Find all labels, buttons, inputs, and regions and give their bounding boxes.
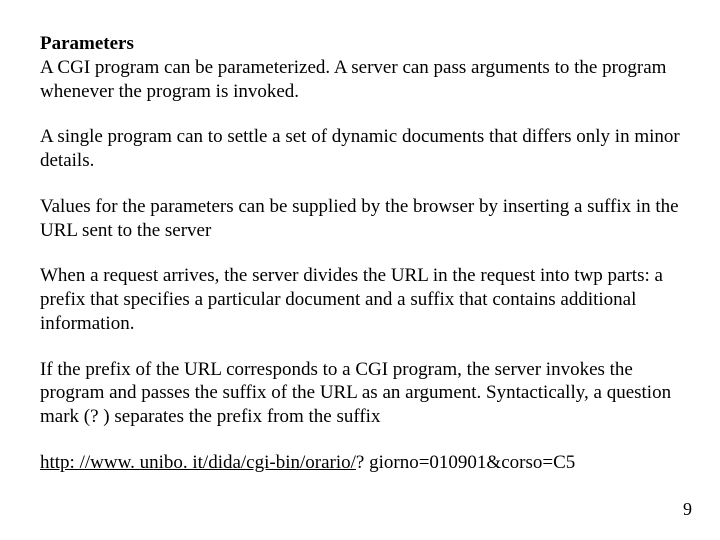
intro-block: Parameters A CGI program can be paramete… — [40, 32, 680, 103]
example-url: http: //www. unibo. it/dida/cgi-bin/orar… — [40, 451, 680, 475]
paragraph-3: Values for the parameters can be supplie… — [40, 195, 680, 243]
section-heading: Parameters — [40, 32, 680, 56]
paragraph-1: A CGI program can be parameterized. A se… — [40, 56, 680, 104]
paragraph-5: If the prefix of the URL corresponds to … — [40, 358, 680, 429]
url-link-part[interactable]: http: //www. unibo. it/dida/cgi-bin/orar… — [40, 452, 356, 473]
slide: Parameters A CGI program can be paramete… — [0, 0, 720, 540]
url-query-part: ? giorno=010901&corso=C5 — [356, 452, 575, 473]
paragraph-2: A single program can to settle a set of … — [40, 125, 680, 173]
paragraph-4: When a request arrives, the server divid… — [40, 264, 680, 335]
page-number: 9 — [683, 499, 692, 520]
